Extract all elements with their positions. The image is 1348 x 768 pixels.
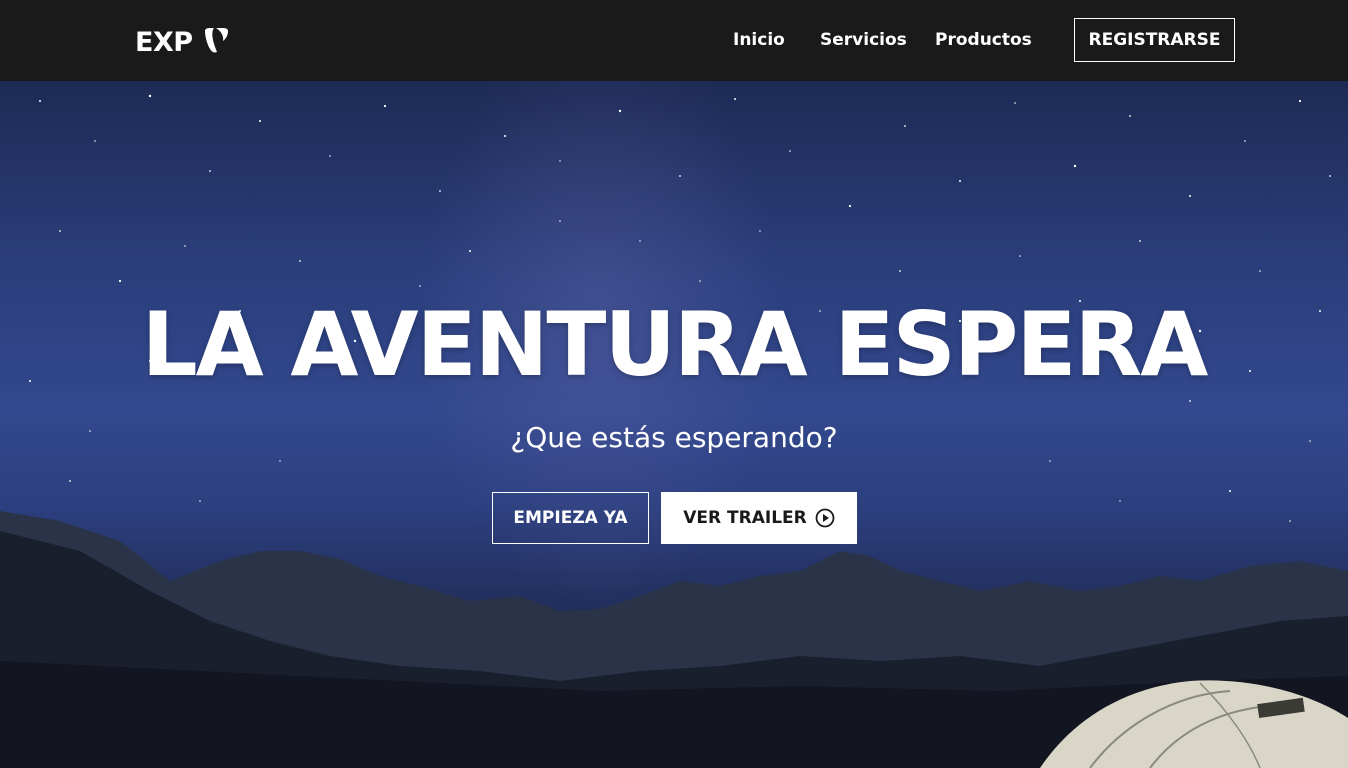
watch-trailer-label: VER TRAILER xyxy=(683,508,807,528)
hero-subtitle: ¿Que estás esperando? xyxy=(510,421,838,454)
nav-link-inicio[interactable]: Inicio xyxy=(733,30,785,50)
tent-illustration xyxy=(1040,680,1348,768)
play-circle-icon xyxy=(815,508,835,528)
brand-text: EXP xyxy=(135,26,193,58)
hero-title: LA AVENTURA ESPERA xyxy=(141,293,1209,396)
hero-section: LA AVENTURA ESPERA ¿Que estás esperando?… xyxy=(0,81,1348,768)
typo3-logo-icon xyxy=(204,28,228,53)
watch-trailer-button[interactable]: VER TRAILER xyxy=(661,492,857,544)
nav-link-servicios[interactable]: Servicios xyxy=(820,30,907,50)
nav-link-productos[interactable]: Productos xyxy=(935,30,1032,50)
top-navbar: EXP Inicio Servicios Productos REGISTRAR… xyxy=(0,0,1348,81)
register-button[interactable]: REGISTRARSE xyxy=(1074,18,1235,62)
brand-logo[interactable]: EXP xyxy=(135,22,229,62)
start-now-button[interactable]: EMPIEZA YA xyxy=(492,492,649,544)
